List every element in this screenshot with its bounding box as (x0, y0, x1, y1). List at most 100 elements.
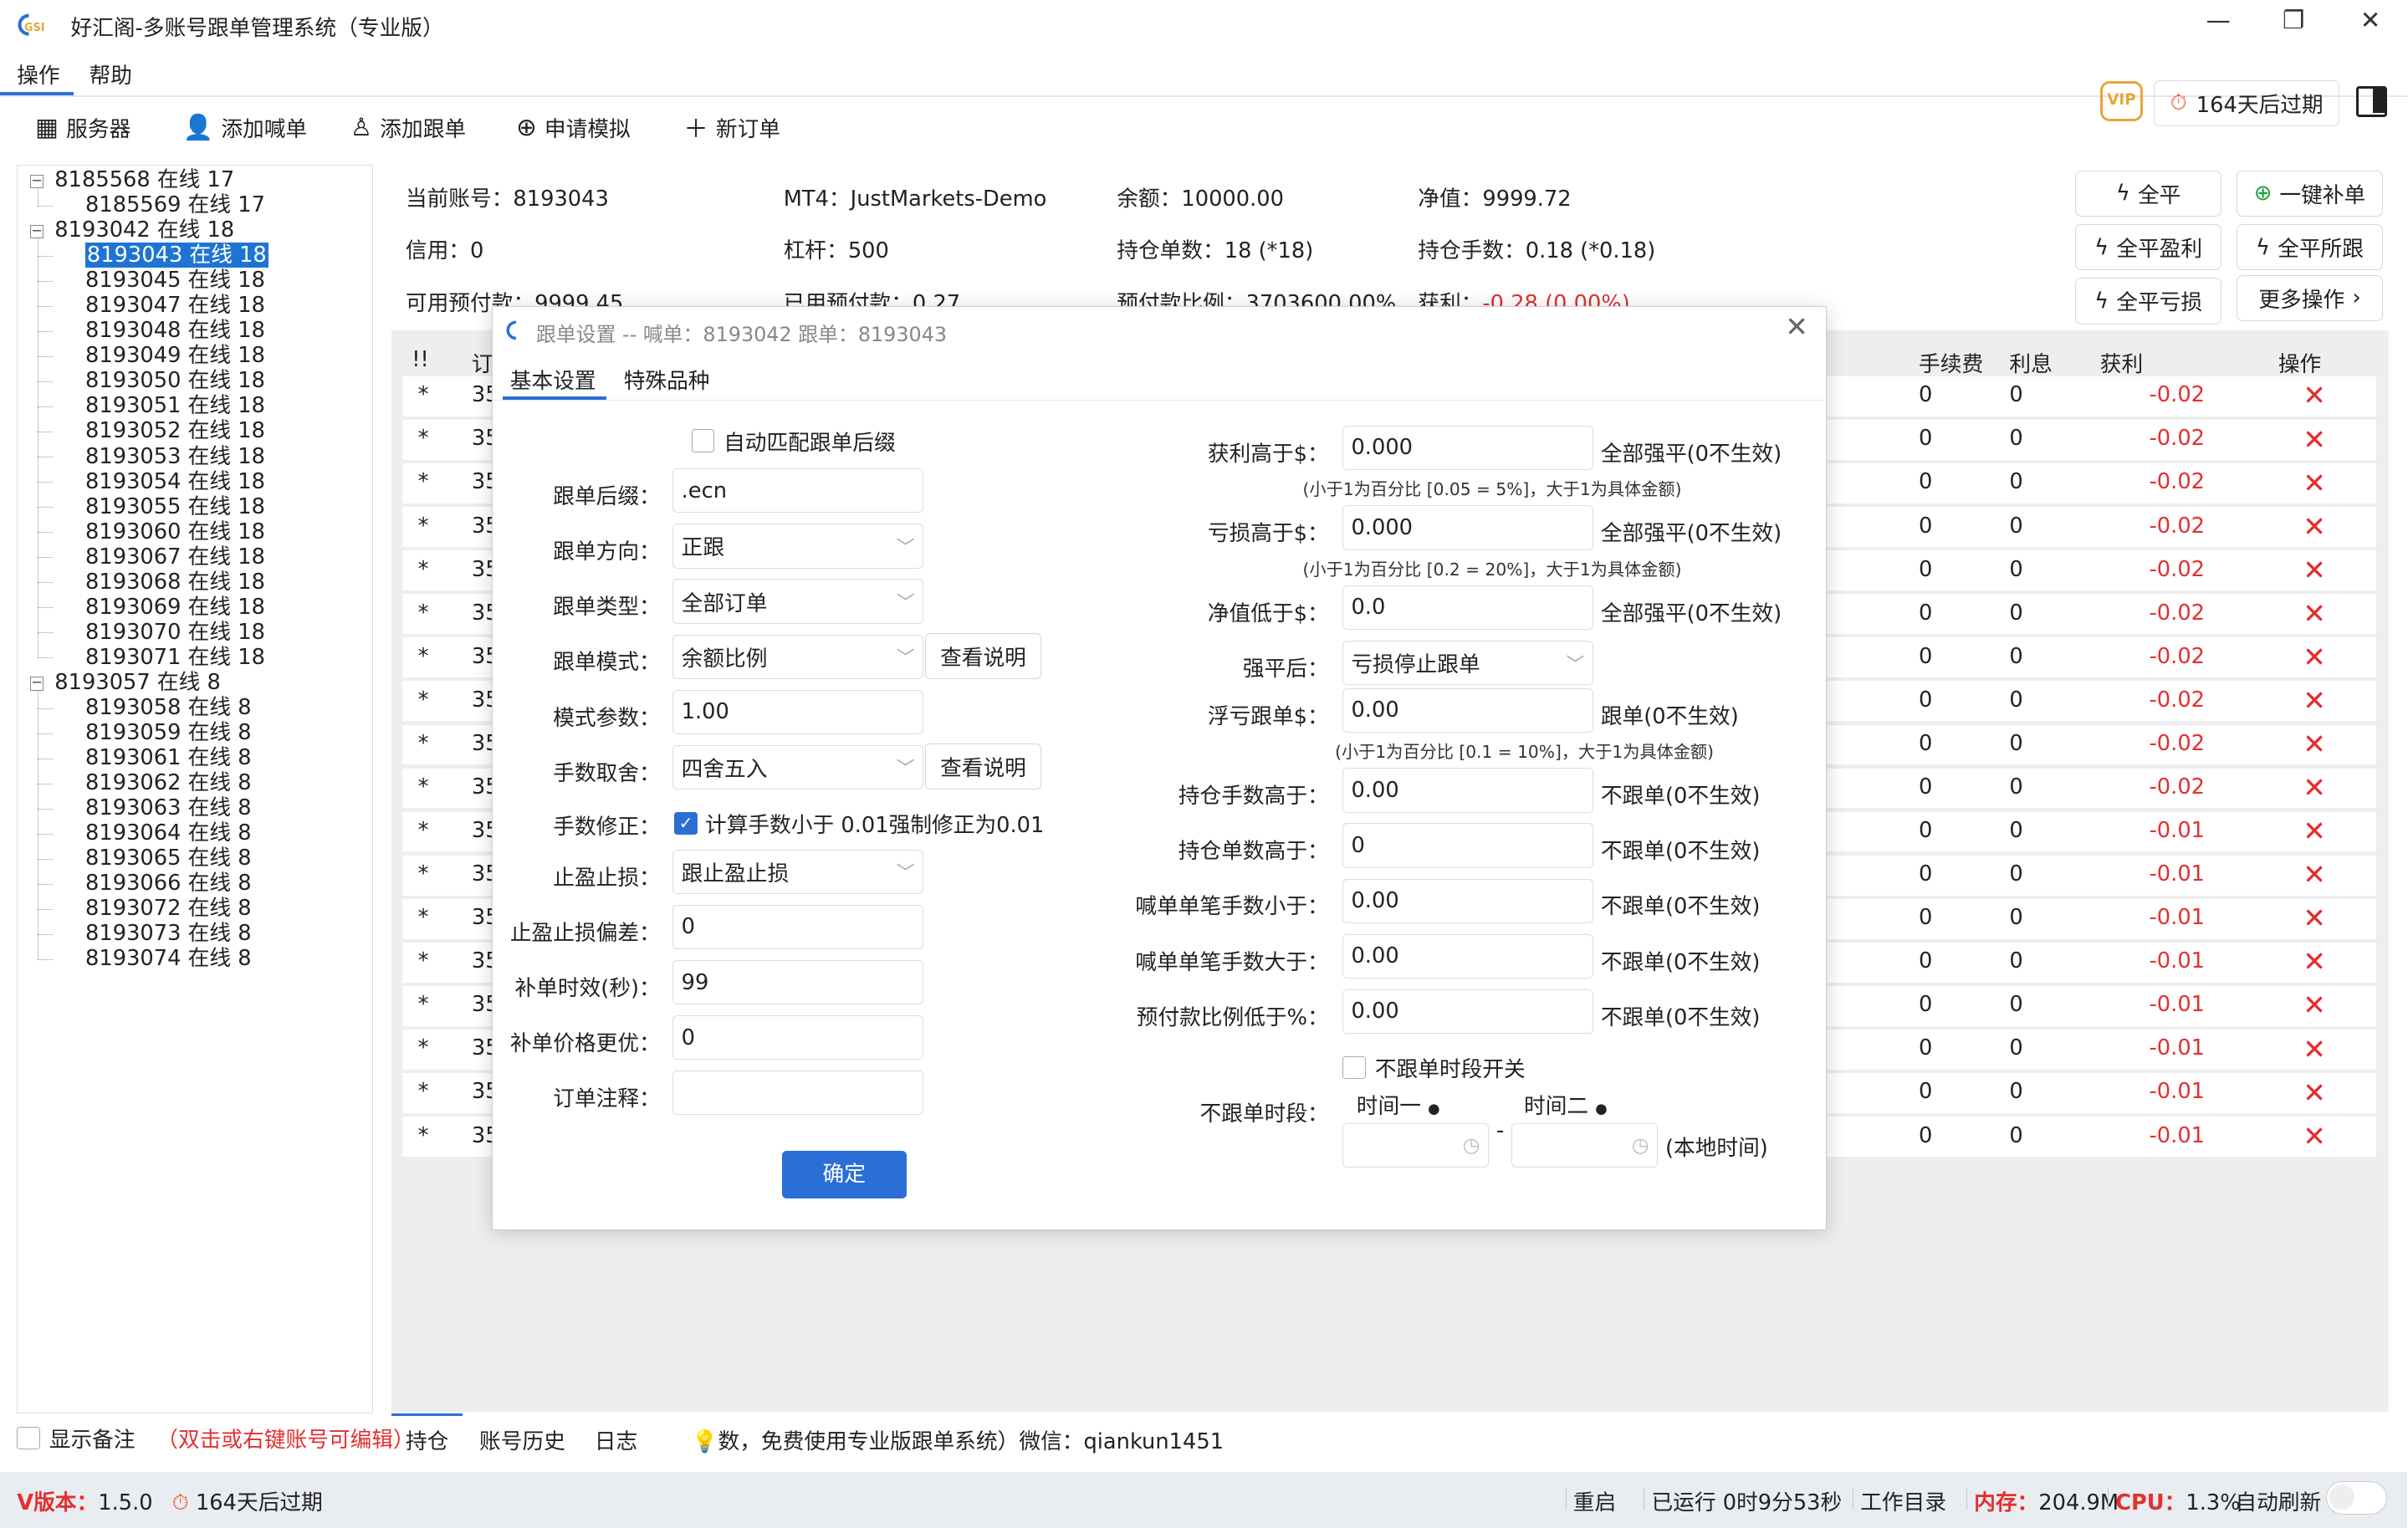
close-order-icon[interactable]: ✕ (2303, 1121, 2326, 1152)
close-order-icon[interactable]: ✕ (2303, 947, 2326, 978)
close-order-icon[interactable]: ✕ (2303, 859, 2326, 891)
tree-account-group[interactable]: 8193057 在线 8 (54, 670, 221, 695)
tree-account-group[interactable]: 8193042 在线 18 (54, 217, 234, 243)
close-order-icon[interactable]: ✕ (2303, 511, 2326, 543)
dialog-close-icon[interactable]: ✕ (1785, 310, 1808, 343)
tree-account-item[interactable]: 8193058 在线 8 (85, 695, 252, 720)
tree-account-item[interactable]: 8193060 在线 18 (85, 519, 265, 544)
auto-refresh-toggle[interactable] (2325, 1480, 2388, 1515)
more-actions-button[interactable]: 更多操作 › (2237, 274, 2383, 321)
tree-account-item[interactable]: 8193054 在线 18 (85, 469, 265, 494)
tree-account-item[interactable]: 8185569 在线 17 (85, 192, 265, 217)
tree-account-item[interactable]: 8193051 在线 18 (85, 393, 265, 418)
tree-account-item[interactable]: 8193066 在线 8 (85, 871, 252, 896)
tree-account-item[interactable]: 8193052 在线 18 (85, 418, 265, 443)
period-switch-checkbox[interactable] (1342, 1055, 1366, 1080)
close-order-icon[interactable]: ✕ (2303, 902, 2326, 934)
close-order-icon[interactable]: ✕ (2303, 381, 2326, 411)
collapse-icon[interactable]: − (29, 675, 44, 691)
loss-above-input[interactable]: 0.000 (1342, 505, 1593, 550)
tree-account-item[interactable]: 8193068 在线 18 (85, 570, 265, 595)
tree-account-item[interactable]: 8193062 在线 8 (85, 770, 252, 795)
single-max-input[interactable]: 0.00 (1342, 933, 1593, 979)
tree-account-item[interactable]: 8193069 在线 18 (85, 595, 265, 620)
suffix-input[interactable]: .ecn (672, 468, 923, 514)
fill-better-input[interactable]: 0 (672, 1015, 923, 1060)
tree-account-item[interactable]: 8193053 在线 18 (85, 444, 265, 469)
pos-count-input[interactable]: 0 (1342, 823, 1593, 868)
apply-demo-button[interactable]: ⊕ 申请模拟 (516, 110, 631, 144)
tree-account-item[interactable]: 8193059 在线 8 (85, 720, 252, 745)
mode-select[interactable]: 余额比例 ﹀ (672, 634, 923, 679)
type-select[interactable]: 全部订单 ﹀ (672, 579, 923, 624)
tree-account-item[interactable]: 8193064 在线 8 (85, 820, 252, 846)
tab-positions[interactable]: 持仓 (406, 1424, 448, 1455)
rounding-select[interactable]: 四舍五入 ﹀ (672, 744, 923, 790)
ok-button[interactable]: 确定 (781, 1150, 907, 1198)
tree-account-item[interactable]: 8193072 在线 8 (85, 896, 252, 921)
close-order-icon[interactable]: ✕ (2303, 772, 2326, 804)
restart-link[interactable]: 重启 (1565, 1485, 1616, 1516)
close-order-icon[interactable]: ✕ (2303, 728, 2326, 760)
close-profit-button[interactable]: ϟ 全平盈利 (2075, 224, 2221, 271)
collapse-icon[interactable]: − (29, 223, 44, 239)
tree-account-item[interactable]: 8193043 在线 18 (85, 243, 268, 268)
direction-select[interactable]: 正跟 ﹀ (672, 524, 923, 569)
tpsl-select[interactable]: 跟止盈止损 ﹀ (672, 849, 923, 894)
server-button[interactable]: ▦ 服务器 (35, 110, 130, 144)
margin-ratio-input[interactable]: 0.00 (1342, 989, 1593, 1035)
equity-below-input[interactable]: 0.0 (1342, 585, 1593, 631)
workdir-link[interactable]: 工作目录 (1853, 1485, 1946, 1516)
restore-button[interactable]: ❐ (2262, 6, 2324, 34)
after-close-select[interactable]: 亏损停止跟单 ﹀ (1342, 640, 1593, 686)
close-order-icon[interactable]: ✕ (2303, 1077, 2326, 1109)
close-order-icon[interactable]: ✕ (2303, 990, 2326, 1021)
minimize-button[interactable]: — (2187, 6, 2248, 34)
panel-toggle-icon[interactable] (2356, 85, 2388, 117)
float-loss-input[interactable]: 0.00 (1342, 687, 1593, 733)
close-button[interactable]: ✕ (2339, 6, 2400, 34)
close-order-icon[interactable]: ✕ (2303, 424, 2326, 456)
pos-lots-input[interactable]: 0.00 (1342, 768, 1593, 813)
profit-above-input[interactable]: 0.000 (1342, 425, 1593, 471)
add-caller-button[interactable]: 👤 添加喊单 (183, 110, 308, 144)
close-order-icon[interactable]: ✕ (2303, 685, 2326, 717)
tree-account-item[interactable]: 8193045 在线 18 (85, 268, 265, 293)
close-order-icon[interactable]: ✕ (2303, 641, 2326, 673)
time2-picker[interactable]: ◷ (1511, 1122, 1658, 1168)
close-all-button[interactable]: ϟ 全平 (2075, 170, 2221, 217)
tab-basic-settings[interactable]: 基本设置 (510, 364, 596, 395)
tree-account-item[interactable]: 8193065 在线 8 (85, 846, 252, 871)
menu-help[interactable]: 帮助 (89, 59, 132, 89)
close-order-icon[interactable]: ✕ (2303, 554, 2326, 586)
collapse-icon[interactable]: − (29, 173, 44, 189)
one-key-fill-button[interactable]: ⊕ 一键补单 (2237, 170, 2383, 217)
fill-timeout-input[interactable]: 99 (672, 959, 923, 1005)
rounding-help-button[interactable]: 查看说明 (924, 743, 1042, 790)
tree-account-item[interactable]: 8193067 在线 18 (85, 544, 265, 570)
close-loss-button[interactable]: ϟ 全平亏损 (2075, 278, 2221, 325)
tree-account-item[interactable]: 8193048 在线 18 (85, 318, 265, 343)
tree-account-item[interactable]: 8193061 在线 8 (85, 745, 252, 770)
tree-account-item[interactable]: 8193070 在线 18 (85, 620, 265, 645)
time1-picker[interactable]: ◷ (1342, 1122, 1489, 1168)
tab-special-symbols[interactable]: 特殊品种 (624, 364, 710, 395)
mode-help-button[interactable]: 查看说明 (924, 632, 1042, 679)
tab-account-history[interactable]: 账号历史 (479, 1424, 565, 1455)
close-order-icon[interactable]: ✕ (2303, 598, 2326, 630)
close-order-icon[interactable]: ✕ (2303, 468, 2326, 499)
tree-account-item[interactable]: 8193074 在线 8 (85, 946, 252, 971)
new-order-button[interactable]: ＋新订单 (683, 110, 780, 144)
expire-button[interactable]: ⏱ 164天后过期 (2154, 79, 2340, 126)
tree-account-item[interactable]: 8193055 在线 18 (85, 494, 265, 519)
close-all-followed-button[interactable]: ϟ 全平所跟 (2237, 224, 2383, 271)
tab-log[interactable]: 日志 (595, 1424, 637, 1455)
param-input[interactable]: 1.00 (672, 689, 923, 734)
lot-fix-checkbox[interactable]: ✓ (674, 811, 698, 836)
tree-account-item[interactable]: 8193071 在线 18 (85, 645, 265, 670)
single-min-input[interactable]: 0.00 (1342, 878, 1593, 923)
add-follower-button[interactable]: ♙ 添加跟单 (350, 110, 466, 144)
tree-account-group[interactable]: 8185568 在线 17 (54, 167, 234, 192)
close-order-icon[interactable]: ✕ (2303, 815, 2326, 847)
tree-account-item[interactable]: 8193047 在线 18 (85, 293, 265, 318)
